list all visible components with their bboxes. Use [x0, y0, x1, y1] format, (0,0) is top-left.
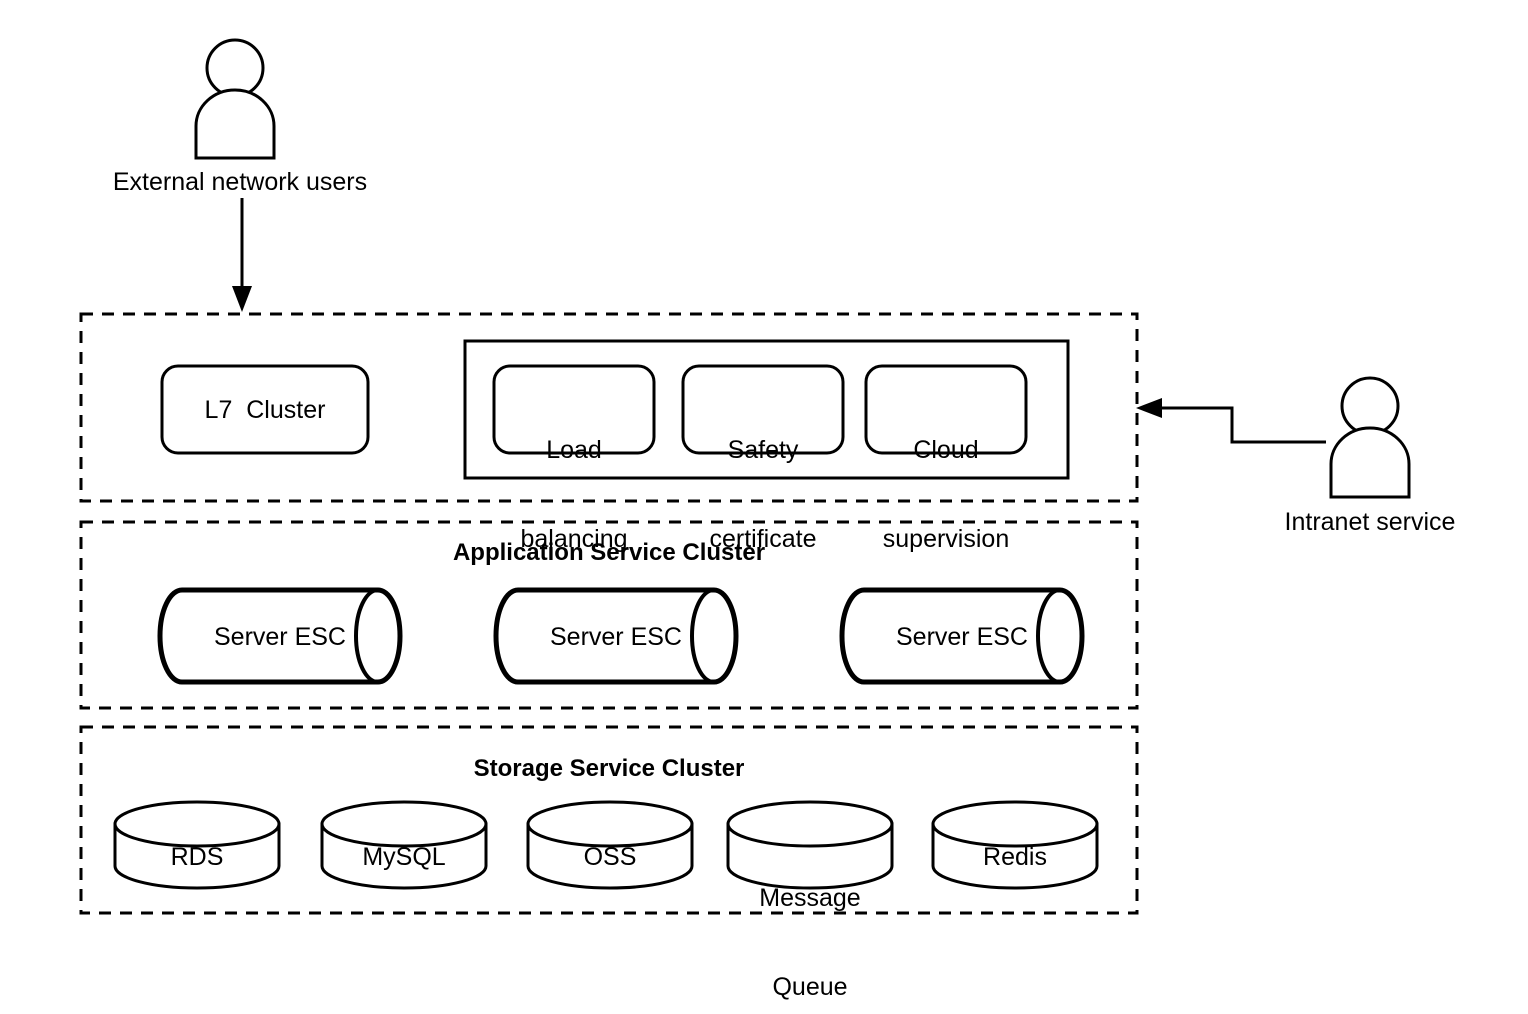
server-esc-label-3[interactable]: Server ESC [864, 623, 1060, 653]
safety-certificate-label[interactable]: Safety certificate [683, 377, 843, 613]
diagram-canvas: External network users Intranet service … [0, 0, 1528, 1014]
l7-cluster-label[interactable]: L7 Cluster [162, 396, 368, 426]
cloud-supervision-label[interactable]: Cloud supervision [860, 377, 1032, 613]
message-queue-line-2: Queue [772, 972, 848, 1001]
safety-certificate-line-1: Safety [727, 436, 799, 464]
message-queue-label[interactable]: Message Queue [728, 825, 892, 1014]
arrow-external-to-access [232, 198, 252, 312]
server-esc-label-1[interactable]: Server ESC [182, 623, 378, 653]
load-balancing-line-1: Load [546, 436, 602, 464]
arrow-intranet-to-access [1136, 398, 1326, 444]
redis-label[interactable]: Redis [933, 843, 1097, 873]
message-queue-line-1: Message [759, 884, 861, 912]
intranet-user-label: Intranet service [1284, 508, 1456, 536]
external-user-label: External network users [112, 168, 368, 196]
external-user-icon [194, 38, 276, 160]
mysql-label[interactable]: MySQL [322, 843, 486, 873]
oss-label[interactable]: OSS [528, 843, 692, 873]
rds-label[interactable]: RDS [115, 843, 279, 873]
load-balancing-label[interactable]: Load balancing [494, 377, 654, 613]
application-cluster-title: Application Service Cluster [452, 539, 766, 566]
cloud-supervision-line-1: Cloud [913, 436, 979, 464]
storage-cluster-title: Storage Service Cluster [473, 755, 745, 782]
intranet-user-icon [1329, 376, 1411, 499]
server-esc-label-2[interactable]: Server ESC [518, 623, 714, 653]
